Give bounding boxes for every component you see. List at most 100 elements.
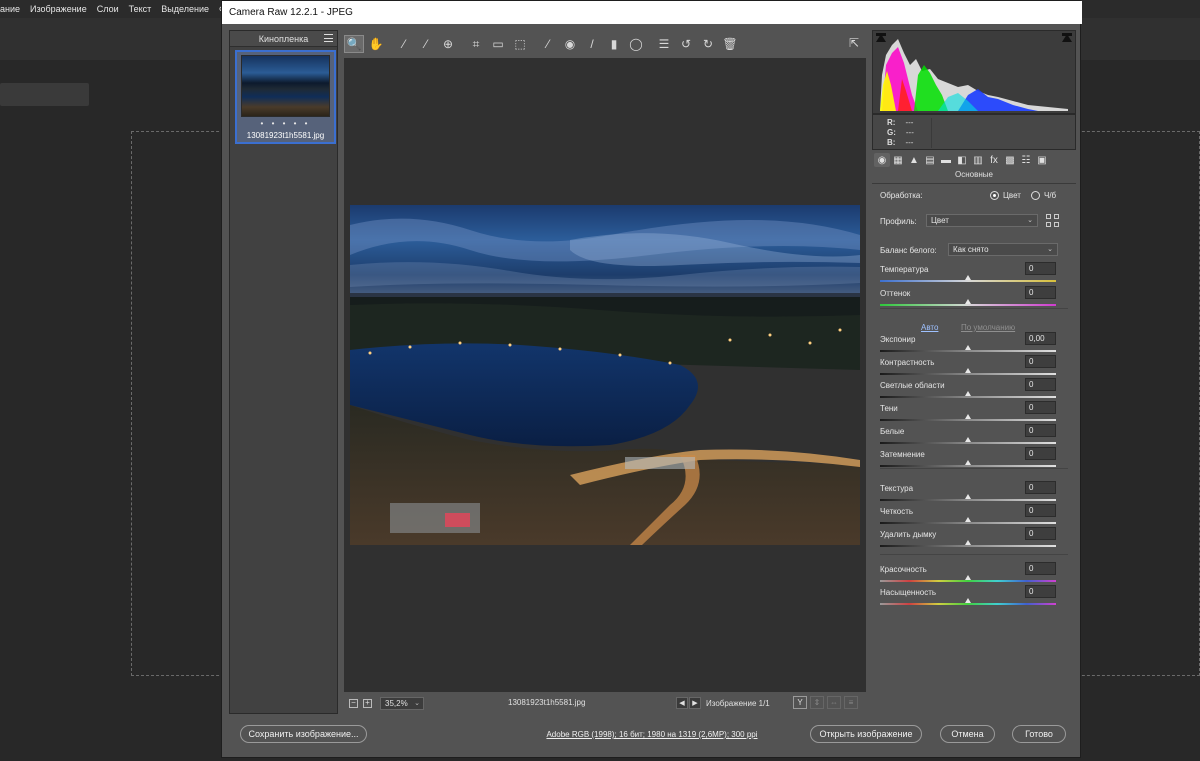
default-link[interactable]: По умолчанию [961, 323, 1015, 332]
slider-track[interactable] [880, 465, 1056, 467]
slider-thumb[interactable] [965, 437, 971, 442]
slider-track[interactable] [880, 419, 1056, 421]
slider-thumb[interactable] [965, 275, 971, 280]
slider-thumb[interactable] [965, 299, 971, 304]
slider-track[interactable] [880, 280, 1056, 282]
graduated-filter-tool-icon[interactable]: ▮ [604, 35, 624, 53]
fullscreen-icon[interactable]: ⇱ [845, 35, 863, 51]
slider-value-field[interactable]: 0 [1025, 262, 1056, 275]
slider-value-field[interactable]: 0 [1025, 504, 1056, 517]
slider-value-field[interactable]: 0 [1025, 527, 1056, 540]
color-sampler-tool-icon[interactable]: ⁄ [416, 35, 436, 53]
preferences-tool-icon[interactable]: ☰ [654, 35, 674, 53]
ps-menu-item[interactable]: Текст [129, 4, 152, 14]
filmstrip-menu-icon[interactable] [324, 34, 333, 42]
slider-value-field[interactable]: 0 [1025, 481, 1056, 494]
delete-tool-icon[interactable]: 🗑 [720, 35, 740, 53]
slider-value-field[interactable]: 0 [1025, 447, 1056, 460]
slider-thumb[interactable] [965, 460, 971, 465]
image-preview[interactable] [344, 58, 866, 692]
slider-thumb[interactable] [965, 517, 971, 522]
zoom-in-button[interactable]: + [363, 698, 372, 708]
thumbnail-rating[interactable]: • • • • • [237, 119, 334, 128]
slider-track[interactable] [880, 350, 1056, 352]
tab-detail-icon[interactable]: ▲ [906, 153, 922, 167]
slider-thumb[interactable] [965, 575, 971, 580]
slider-track[interactable] [880, 373, 1056, 375]
auto-link[interactable]: Авто [921, 323, 938, 332]
tab-geometry-icon[interactable]: ▥ [970, 153, 986, 167]
zoom-out-button[interactable]: − [349, 698, 358, 708]
done-button[interactable]: Готово [1012, 725, 1066, 743]
tab-hsl-icon[interactable]: ▤ [922, 153, 938, 167]
tab-basic-icon[interactable]: ◉ [874, 153, 890, 167]
hand-tool-icon[interactable]: ✋ [366, 35, 386, 53]
treatment-bw-radio[interactable] [1031, 191, 1040, 200]
treatment-bw-label[interactable]: Ч/б [1044, 191, 1056, 200]
zoom-level-select[interactable]: 35,2% ⌄ [380, 696, 424, 710]
red-eye-tool-icon[interactable]: ◉ [560, 35, 580, 53]
slider-value-field[interactable]: 0 [1025, 378, 1056, 391]
open-image-button[interactable]: Открыть изображение [810, 725, 922, 743]
slider-value-field[interactable]: 0 [1025, 562, 1056, 575]
slider-thumb[interactable] [965, 540, 971, 545]
slider-value-field[interactable]: 0,00 [1025, 332, 1056, 345]
slider-value-field[interactable]: 0 [1025, 424, 1056, 437]
slider-value-field[interactable]: 0 [1025, 355, 1056, 368]
ps-menu-item[interactable]: Изображение [30, 4, 87, 14]
zoom-tool-icon[interactable]: 🔍 [344, 35, 364, 53]
tab-snapshots-icon[interactable]: ▣ [1034, 153, 1050, 167]
slider-thumb[interactable] [965, 391, 971, 396]
ps-menu-item[interactable]: ание [0, 4, 20, 14]
tab-lens-icon[interactable]: ◧ [954, 153, 970, 167]
tab-presets-icon[interactable]: ☷ [1018, 153, 1034, 167]
treatment-color-label[interactable]: Цвет [1003, 191, 1021, 200]
tab-effects-icon[interactable]: fx [986, 153, 1002, 167]
slider-value-field[interactable]: 0 [1025, 286, 1056, 299]
ps-menu-item[interactable]: Выделение [161, 4, 209, 14]
crop-tool-icon[interactable]: ⌗ [466, 35, 486, 53]
slider-thumb[interactable] [965, 494, 971, 499]
slider-value-field[interactable]: 0 [1025, 401, 1056, 414]
slider-thumb[interactable] [965, 598, 971, 603]
slider-thumb[interactable] [965, 345, 971, 350]
slider-track[interactable] [880, 396, 1056, 398]
slider-value-field[interactable]: 0 [1025, 585, 1056, 598]
thumbnail-image[interactable] [241, 55, 330, 117]
radial-filter-tool-icon[interactable]: ◯ [626, 35, 646, 53]
adjustment-brush-tool-icon[interactable]: / [582, 35, 602, 53]
targeted-adjustment-tool-icon[interactable]: ⊕ [438, 35, 458, 53]
treatment-color-radio[interactable] [990, 191, 999, 200]
slider-thumb[interactable] [965, 414, 971, 419]
cancel-button[interactable]: Отмена [940, 725, 995, 743]
toggle-defaults-button[interactable]: ≡ [844, 696, 858, 709]
next-image-button[interactable]: ▶ [689, 697, 701, 709]
slider-thumb[interactable] [965, 368, 971, 373]
white-balance-tool-icon[interactable]: ⁄ [394, 35, 414, 53]
profile-dropdown[interactable]: Цвет ⌄ [926, 214, 1038, 227]
straighten-tool-icon[interactable]: ▭ [488, 35, 508, 53]
rotate-right-tool-icon[interactable]: ↻ [698, 35, 718, 53]
transform-tool-icon[interactable]: ⬚ [510, 35, 530, 53]
save-image-button[interactable]: Сохранить изображение... [240, 725, 367, 743]
previous-image-button[interactable]: ◀ [676, 697, 688, 709]
swap-settings-button[interactable]: ⇕ [810, 696, 824, 709]
tab-tone-curve-icon[interactable]: ▦ [890, 153, 906, 167]
workflow-options-link[interactable]: Adobe RGB (1998); 16 бит; 1980 на 1319 (… [527, 730, 777, 739]
photoshop-options-field[interactable] [0, 83, 89, 106]
tab-calibration-icon[interactable]: ▩ [1002, 153, 1018, 167]
before-after-toggle-button[interactable]: Y [793, 696, 807, 709]
filmstrip-thumbnail[interactable]: • • • • • 13081923t1h5581.jpg [235, 50, 336, 144]
profile-browser-icon[interactable] [1046, 214, 1060, 228]
preview-photo[interactable] [350, 205, 860, 545]
copy-settings-button[interactable]: ⇔ [827, 696, 841, 709]
spot-removal-tool-icon[interactable]: ⁄ [538, 35, 558, 53]
tab-split-toning-icon[interactable]: ▬ [938, 153, 954, 167]
white-balance-dropdown[interactable]: Как снято ⌄ [948, 243, 1058, 256]
slider-track[interactable] [880, 442, 1056, 444]
slider-track[interactable] [880, 522, 1056, 524]
slider-track[interactable] [880, 545, 1056, 547]
ps-menu-item[interactable]: Слои [97, 4, 119, 14]
slider-track[interactable] [880, 580, 1056, 582]
slider-track[interactable] [880, 603, 1056, 605]
